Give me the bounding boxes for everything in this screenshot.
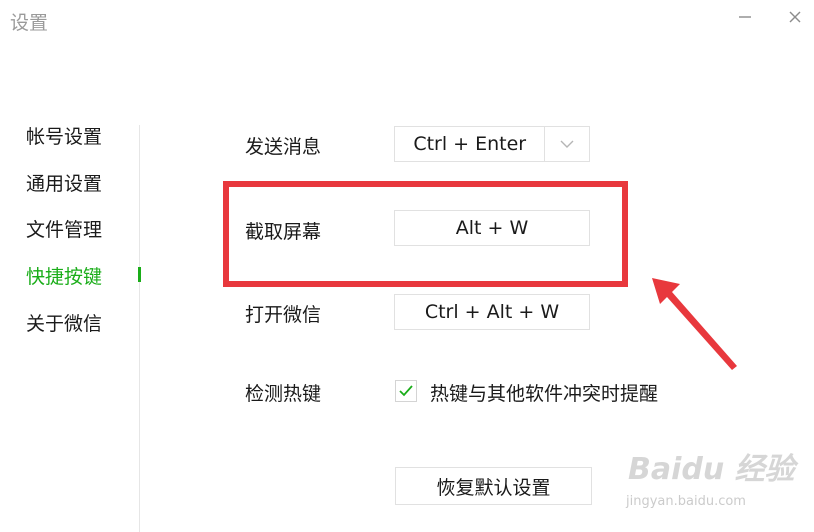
conflict-reminder-checkbox[interactable]	[395, 380, 417, 402]
sidebar-item-shortcuts[interactable]: 快捷按键	[26, 262, 102, 289]
sidebar-item-files[interactable]: 文件管理	[26, 215, 102, 242]
sidebar: 帐号设置 通用设置 文件管理 快捷按键 关于微信	[0, 0, 140, 532]
watermark-url: jingyan.baidu.com	[626, 494, 746, 509]
sidebar-divider	[139, 125, 140, 532]
minimize-icon	[739, 16, 751, 18]
sidebar-item-account[interactable]: 帐号设置	[26, 122, 102, 149]
sidebar-item-about[interactable]: 关于微信	[26, 309, 102, 336]
watermark-brand: Baidu 经验	[628, 452, 795, 487]
check-icon	[399, 385, 413, 397]
sidebar-item-general[interactable]: 通用设置	[26, 169, 102, 196]
close-icon	[789, 11, 801, 23]
screenshot-hotkey-field[interactable]: Alt + W	[394, 210, 590, 246]
settings-window: 设置 帐号设置 通用设置 文件管理 快捷按键 关于微信 发送消息 Ctrl + …	[0, 0, 814, 532]
send-message-dropdown-button[interactable]	[544, 127, 589, 161]
annotation-arrow-icon	[652, 278, 737, 370]
minimize-button[interactable]	[733, 6, 757, 28]
restore-defaults-button[interactable]: 恢复默认设置	[395, 467, 592, 505]
baidu-watermark: Baidu 经验 jingyan.baidu.com	[620, 440, 810, 520]
screenshot-hotkey-value: Alt + W	[455, 217, 529, 239]
open-wechat-hotkey-value: Ctrl + Alt + W	[424, 301, 560, 323]
chevron-down-icon	[560, 140, 574, 148]
send-message-hotkey-select[interactable]: Ctrl + Enter	[394, 126, 590, 162]
send-message-hotkey-value: Ctrl + Enter	[413, 133, 527, 155]
screenshot-label: 截取屏幕	[245, 221, 322, 243]
close-button[interactable]	[783, 6, 807, 28]
open-wechat-hotkey-field[interactable]: Ctrl + Alt + W	[394, 294, 590, 330]
detect-hotkey-label: 检测热键	[245, 383, 322, 405]
send-message-label: 发送消息	[245, 136, 322, 158]
active-item-marker	[138, 267, 141, 282]
conflict-reminder-label[interactable]: 热键与其他软件冲突时提醒	[430, 379, 658, 406]
open-wechat-label: 打开微信	[245, 304, 322, 326]
